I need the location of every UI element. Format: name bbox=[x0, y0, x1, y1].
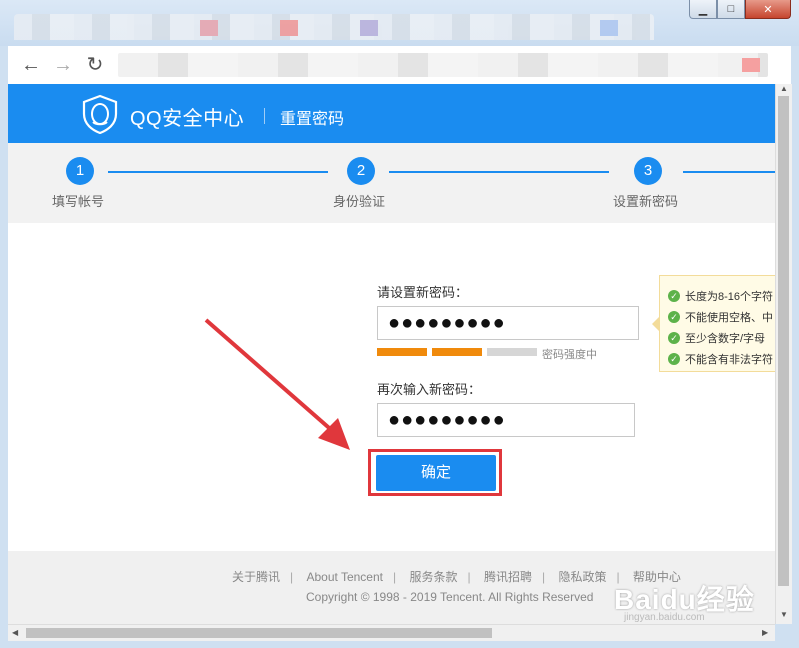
footer-separator: | bbox=[393, 570, 397, 584]
progress-steps: 1 填写帐号 2 身份验证 3 设置新密码 bbox=[8, 143, 775, 223]
footer-link-about[interactable]: 关于腾讯 bbox=[232, 570, 280, 584]
step-3-circle: 3 bbox=[634, 157, 662, 185]
blurred-tab-fragment bbox=[200, 20, 218, 36]
footer-link-privacy[interactable]: 隐私政策 bbox=[558, 570, 606, 584]
scroll-down-icon[interactable]: ▼ bbox=[780, 610, 788, 619]
footer-separator: | bbox=[541, 570, 546, 584]
blurred-tab-fragment bbox=[280, 20, 298, 36]
blurred-address-fragment bbox=[742, 58, 760, 72]
rule-text: 不能使用空格、中 bbox=[685, 312, 773, 324]
shield-penguin-logo-icon bbox=[82, 94, 118, 134]
confirm-password-input[interactable]: ●●●●●●●●● bbox=[377, 403, 635, 437]
rule-text: 至少含数字/字母 bbox=[685, 333, 766, 345]
page-viewport: QQ安全中心 重置密码 1 填写帐号 2 身份验证 3 设置新密码 请设置新密码… bbox=[8, 84, 775, 624]
check-icon: ✓ bbox=[668, 332, 680, 344]
header-divider bbox=[264, 108, 265, 124]
check-icon: ✓ bbox=[668, 290, 680, 302]
reload-icon[interactable]: ↻ bbox=[84, 54, 106, 76]
rule-item: ✓ 不能使用空格、中 bbox=[668, 309, 773, 325]
vertical-scroll-thumb[interactable] bbox=[778, 96, 789, 586]
site-header: QQ安全中心 重置密码 bbox=[8, 84, 775, 143]
blurred-tab-fragment bbox=[360, 20, 378, 36]
step-connector bbox=[389, 171, 609, 173]
strength-bar-segment bbox=[377, 348, 427, 356]
vertical-scrollbar[interactable]: ▲ ▼ bbox=[775, 84, 792, 624]
browser-toolbar: ← → ↻ bbox=[8, 46, 791, 85]
strength-bar-segment bbox=[487, 348, 537, 356]
address-bar[interactable] bbox=[118, 53, 768, 77]
strength-label: 密码强度中 bbox=[542, 349, 597, 361]
new-password-label: 请设置新密码： bbox=[377, 285, 469, 300]
check-icon: ✓ bbox=[668, 311, 680, 323]
scroll-up-icon[interactable]: ▲ bbox=[780, 84, 788, 93]
rule-item: ✓ 至少含数字/字母 bbox=[668, 330, 765, 346]
step-2-circle: 2 bbox=[347, 157, 375, 185]
footer-separator: | bbox=[467, 570, 471, 584]
rule-item: ✓ 不能含有非法字符 bbox=[668, 351, 773, 367]
scroll-right-icon[interactable]: ▶ bbox=[762, 628, 768, 637]
minimize-button[interactable]: ▁ bbox=[689, 0, 717, 19]
window-titlebar: ▁ □ ✕ bbox=[0, 0, 799, 46]
page-title: 重置密码 bbox=[280, 111, 345, 128]
password-rules-tooltip: ✓ 长度为8-16个字符 ✓ 不能使用空格、中 ✓ 至少含数字/字母 ✓ 不能含有非法字… bbox=[652, 275, 775, 372]
rule-text: 长度为8-16个字符 bbox=[685, 291, 774, 303]
horizontal-scroll-thumb[interactable] bbox=[26, 628, 492, 638]
footer-separator: | bbox=[290, 570, 294, 584]
step-connector bbox=[108, 171, 328, 173]
new-password-input[interactable]: ●●●●●●●●● bbox=[377, 306, 639, 340]
footer-link-careers[interactable]: 腾讯招聘 bbox=[484, 570, 532, 584]
step-1-circle: 1 bbox=[66, 157, 94, 185]
scroll-left-icon[interactable]: ◀ bbox=[12, 628, 18, 637]
strength-bar-segment bbox=[432, 348, 482, 356]
site-logo-text[interactable]: QQ安全中心 bbox=[130, 102, 244, 131]
step-1-label: 填写帐号 bbox=[52, 194, 105, 209]
close-button[interactable]: ✕ bbox=[745, 0, 791, 19]
rule-item: ✓ 长度为8-16个字符 bbox=[668, 288, 773, 304]
rule-text: 不能含有非法字符 bbox=[685, 354, 773, 366]
step-connector bbox=[683, 171, 775, 173]
maximize-button[interactable]: □ bbox=[717, 0, 745, 19]
forward-arrow-icon[interactable]: → bbox=[52, 54, 74, 76]
browser-tab-strip[interactable] bbox=[14, 14, 654, 40]
confirm-password-label: 再次输入新密码： bbox=[377, 382, 482, 397]
check-icon: ✓ bbox=[668, 353, 680, 365]
footer-link-about-tencent[interactable]: About Tencent bbox=[306, 570, 383, 584]
copyright-text: Copyright © 1998 - 2019 Tencent. All Rig… bbox=[306, 590, 594, 604]
confirm-button[interactable]: 确定 bbox=[376, 455, 496, 491]
back-arrow-icon[interactable]: ← bbox=[20, 54, 42, 76]
window-controls: ▁ □ ✕ bbox=[689, 0, 791, 19]
step-3-label: 设置新密码 bbox=[613, 194, 679, 209]
watermark-url: jingyan.baidu.com bbox=[624, 612, 705, 623]
annotation-arrow-icon bbox=[204, 318, 350, 450]
step-2-label: 身份验证 bbox=[333, 194, 386, 209]
blurred-tab-fragment bbox=[600, 20, 618, 36]
horizontal-scrollbar[interactable]: ◀ ▶ bbox=[8, 624, 775, 641]
footer-link-terms[interactable]: 服务条款 bbox=[409, 570, 457, 584]
